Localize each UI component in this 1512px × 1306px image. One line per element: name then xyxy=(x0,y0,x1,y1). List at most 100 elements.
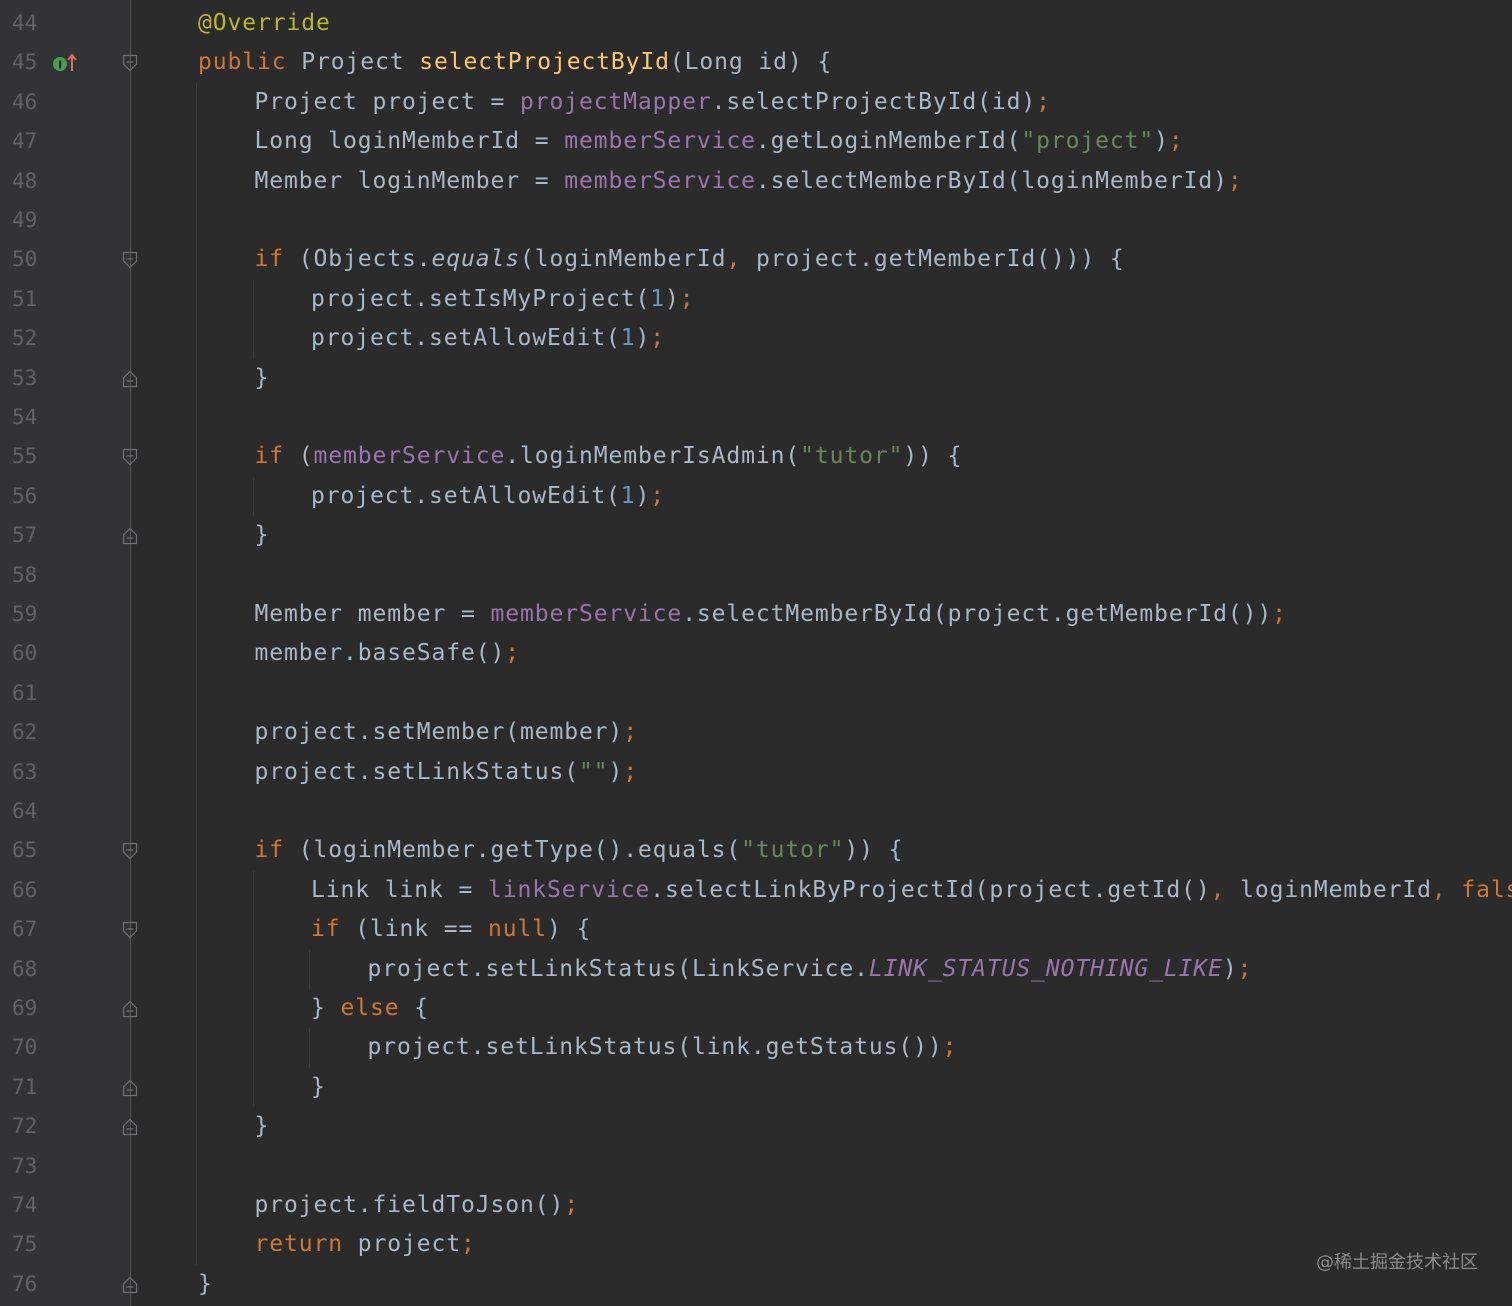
code-token-str: "tutor" xyxy=(800,443,904,470)
line-number: 68 xyxy=(12,956,38,981)
line-number: 61 xyxy=(12,680,38,705)
code-token-kw: false xyxy=(1461,876,1512,903)
code-line[interactable]: Project project = projectMapper.selectPr… xyxy=(255,83,1051,122)
line-number: 75 xyxy=(12,1232,38,1257)
fold-end-icon[interactable] xyxy=(122,1276,138,1294)
code-line[interactable]: } xyxy=(255,359,270,398)
line-number: 47 xyxy=(12,129,38,154)
code-token-str: "" xyxy=(578,758,609,785)
line-number: 71 xyxy=(12,1074,38,1099)
code-token-semi: , xyxy=(1210,876,1241,903)
code-token-plain: } xyxy=(311,1073,326,1100)
code-editor[interactable]: 44 45 46 47 48 49 50 51 52 53 54 55 56 57 58 59 60 61 62 63… xyxy=(0,0,1512,1306)
fold-end-icon[interactable] xyxy=(122,1000,138,1018)
code-line[interactable]: member.baseSafe(); xyxy=(255,634,520,673)
line-number: 56 xyxy=(12,483,38,508)
line-number: 49 xyxy=(12,208,38,232)
line-number: 73 xyxy=(12,1153,38,1178)
code-token-kw: if xyxy=(254,246,299,273)
code-token-fld: memberService xyxy=(490,601,683,627)
code-line[interactable]: if (memberService.loginMemberIsAdmin("tu… xyxy=(255,437,963,476)
code-line[interactable]: if (loginMember.getType().equals("tutor"… xyxy=(255,831,904,870)
code-line[interactable]: } else { xyxy=(311,989,429,1028)
code-line[interactable]: project.setAllowEdit(1); xyxy=(311,477,665,516)
code-line[interactable]: @Override xyxy=(198,4,331,43)
code-token-semi: ; xyxy=(1227,167,1243,194)
code-token-plain: project.setLinkStatus(link.getStatus()) xyxy=(367,1034,943,1061)
fold-collapse-icon[interactable] xyxy=(122,921,138,939)
code-token-kw: return xyxy=(254,1231,358,1258)
override-method-icon[interactable]: I xyxy=(52,52,78,76)
fold-collapse-icon[interactable] xyxy=(122,54,138,72)
code-token-plain: .getLoginMemberId( xyxy=(755,128,1022,155)
fold-collapse-icon[interactable] xyxy=(122,448,138,466)
indent-guide xyxy=(252,870,254,1108)
code-line[interactable]: project.setAllowEdit(1); xyxy=(311,319,665,358)
code-token-plain: Long loginMemberId = xyxy=(254,128,565,155)
code-line[interactable]: project.setLinkStatus(""); xyxy=(255,753,638,792)
line-number: 57 xyxy=(12,523,38,548)
code-token-semi: ; xyxy=(505,640,520,667)
code-token-plain: ) xyxy=(1222,955,1238,982)
code-line[interactable]: Member member = memberService.selectMemb… xyxy=(255,595,1287,634)
fold-collapse-icon[interactable] xyxy=(122,251,138,269)
line-number: 70 xyxy=(12,1035,38,1060)
code-line[interactable]: project.setIsMyProject(1); xyxy=(311,280,694,319)
code-token-semi: ; xyxy=(1237,955,1253,982)
code-line[interactable]: project.fieldToJson(); xyxy=(255,1186,579,1225)
code-line[interactable]: return project; xyxy=(255,1225,476,1264)
code-token-plain: Project project = xyxy=(254,88,520,115)
code-line[interactable]: project.setMember(member); xyxy=(255,713,638,752)
code-token-semi: ; xyxy=(942,1034,958,1061)
line-number: 48 xyxy=(12,168,38,193)
code-line[interactable]: } xyxy=(311,1068,326,1107)
code-line[interactable]: } xyxy=(255,516,270,555)
code-token-ital: equals xyxy=(431,246,520,273)
fold-end-icon[interactable] xyxy=(122,527,138,545)
line-number: 45 xyxy=(12,50,38,75)
code-line[interactable]: } xyxy=(255,1107,270,1146)
code-token-static: LINK_STATUS_NOTHING_LIKE xyxy=(868,955,1223,982)
fold-end-icon[interactable] xyxy=(122,370,138,388)
code-token-plain: Member member = xyxy=(254,601,491,627)
code-token-plain: ) xyxy=(1154,128,1169,155)
code-token-plain: ) xyxy=(608,758,624,785)
code-token-plain: (loginMember.getType().equals( xyxy=(298,837,742,864)
code-token-num: 1 xyxy=(620,325,636,352)
code-line[interactable]: Member loginMember = memberService.selec… xyxy=(255,162,1243,201)
code-line[interactable]: project.setLinkStatus(link.getStatus()); xyxy=(368,1028,958,1067)
code-token-plain: ) xyxy=(664,285,680,312)
code-token-plain: project.setMember(member) xyxy=(254,719,624,746)
code-token-ann: @Override xyxy=(198,10,331,36)
code-token-num: 1 xyxy=(620,482,636,509)
code-token-kw: public xyxy=(198,49,302,76)
code-line[interactable]: Long loginMemberId = memberService.getLo… xyxy=(255,122,1184,161)
line-number: 63 xyxy=(12,759,38,784)
line-number: 67 xyxy=(12,917,38,942)
line-number: 72 xyxy=(12,1114,38,1139)
code-token-plain: { xyxy=(414,995,429,1021)
code-token-plain: project.fieldToJson() xyxy=(254,1192,565,1218)
fold-end-icon[interactable] xyxy=(122,1118,138,1136)
code-token-kw: if xyxy=(311,916,356,943)
code-token-kw: if xyxy=(254,443,299,470)
indent-guide xyxy=(252,476,254,517)
line-number: 44 xyxy=(12,11,38,35)
code-line[interactable]: if (Objects.equals(loginMemberId, projec… xyxy=(255,240,1125,279)
code-token-num: 1 xyxy=(650,285,665,312)
code-line[interactable]: public Project selectProjectById(Long id… xyxy=(198,43,832,82)
code-token-plain: .loginMemberIsAdmin( xyxy=(505,443,801,470)
code-line[interactable]: project.setLinkStatus(LinkService.LINK_S… xyxy=(368,950,1253,989)
code-line[interactable]: if (link == null) { xyxy=(311,910,591,949)
line-number: 54 xyxy=(12,405,38,429)
code-line[interactable]: Link link = linkService.selectLinkByProj… xyxy=(311,871,1512,910)
code-token-semi: ; xyxy=(623,719,638,746)
fold-end-icon[interactable] xyxy=(122,1079,138,1097)
line-number: 66 xyxy=(12,877,38,902)
code-token-plain: } xyxy=(254,364,270,391)
line-number: 46 xyxy=(12,89,38,114)
fold-collapse-icon[interactable] xyxy=(122,842,138,860)
code-line[interactable]: } xyxy=(198,1265,213,1304)
line-number: 74 xyxy=(12,1193,38,1217)
code-token-fld: memberService xyxy=(564,167,756,194)
